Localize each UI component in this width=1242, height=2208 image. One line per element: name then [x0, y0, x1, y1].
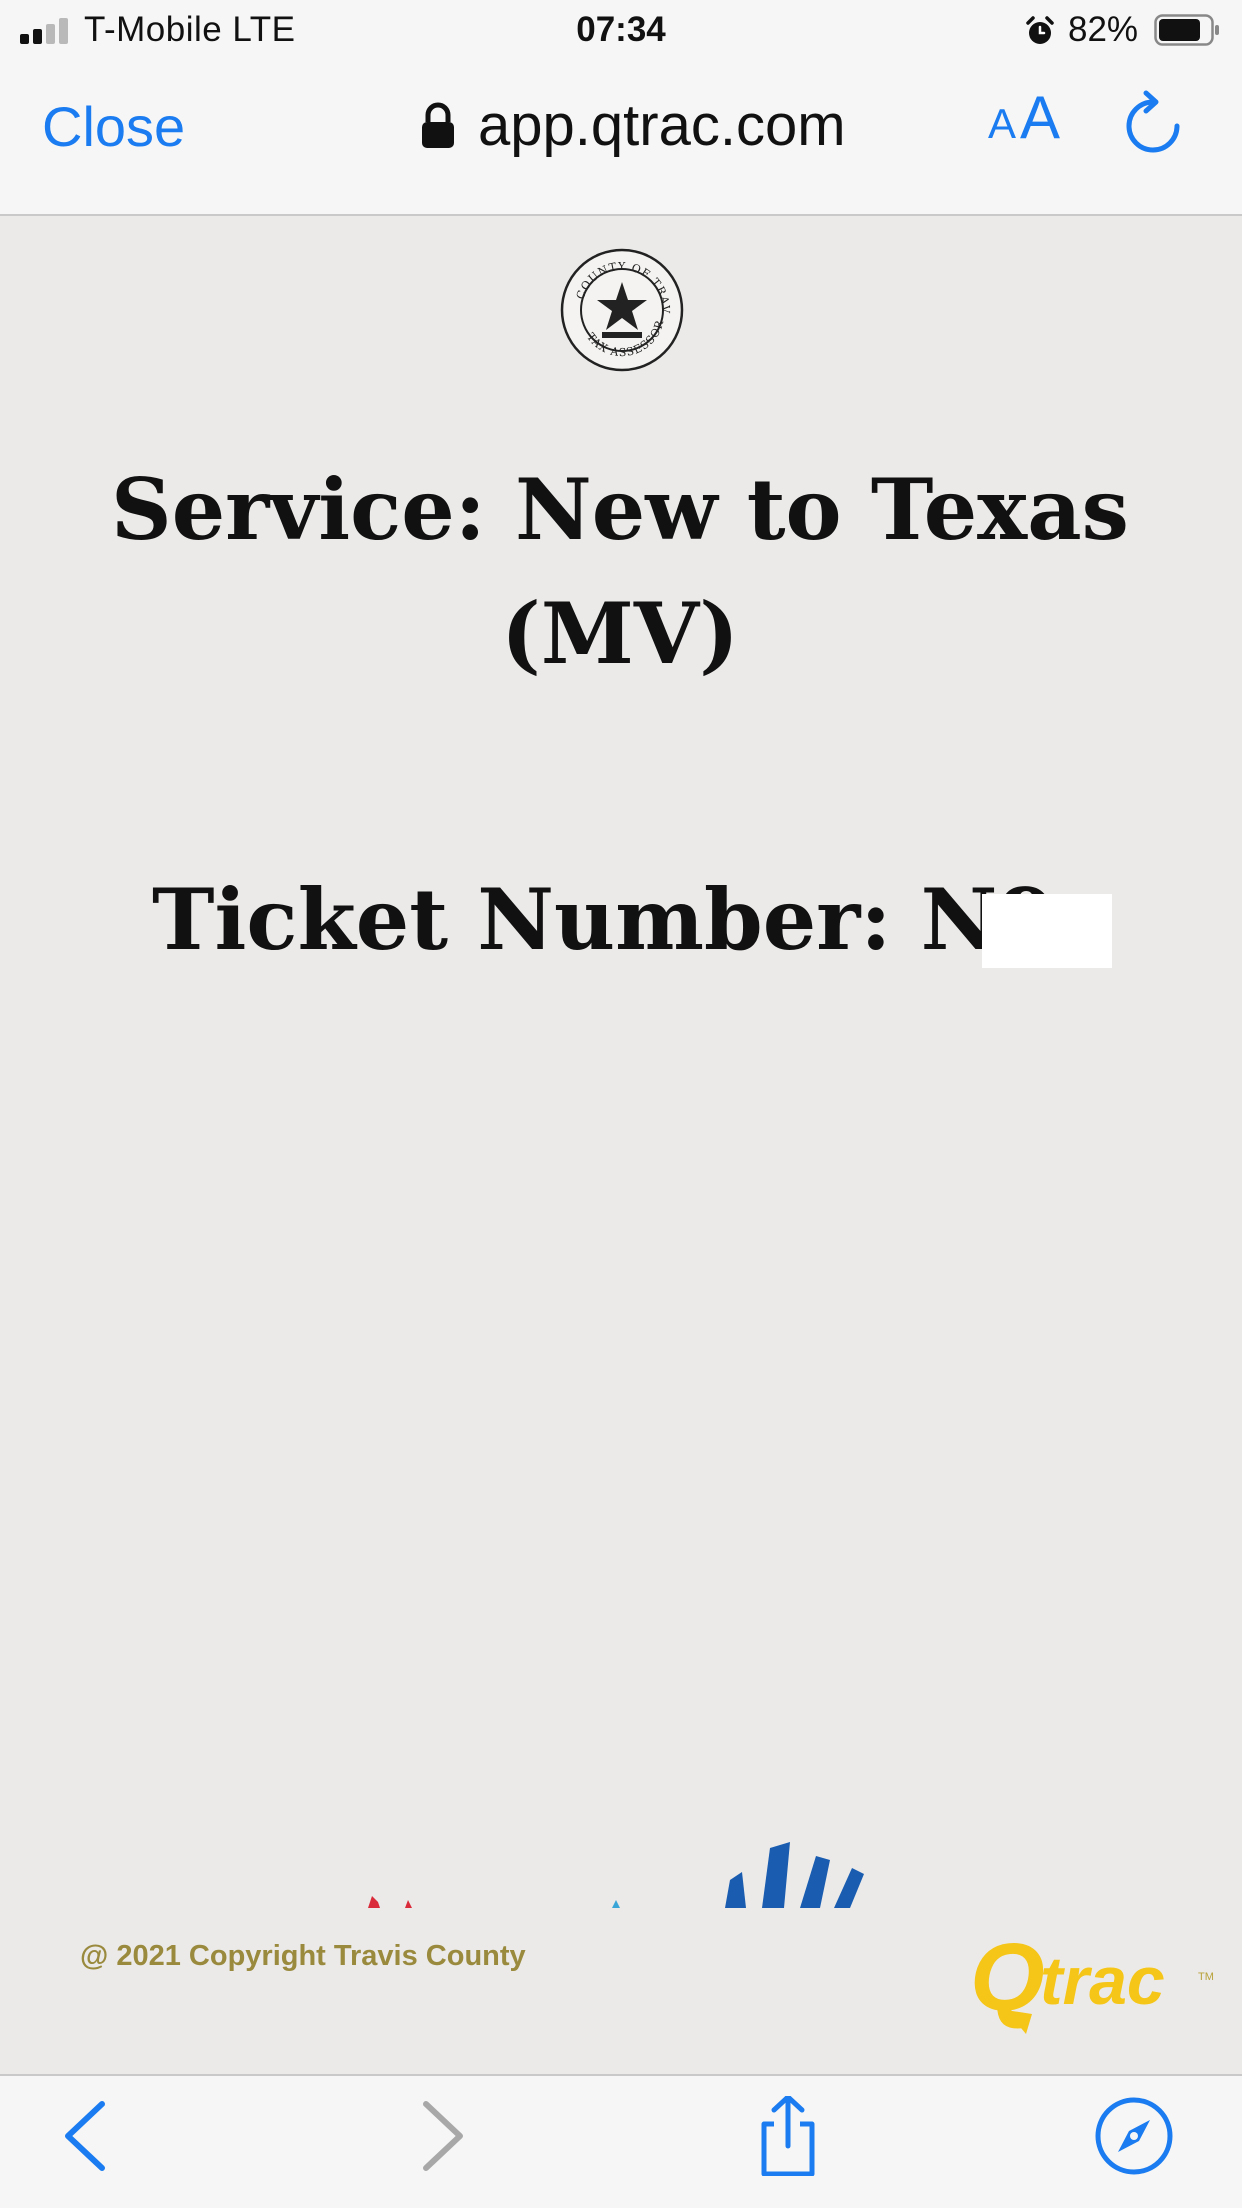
text-size-small-glyph: A [988, 100, 1017, 147]
chevron-right-icon[interactable] [402, 2096, 482, 2176]
reload-icon[interactable] [1120, 90, 1186, 160]
alarm-icon [1026, 16, 1054, 44]
text-size-large-glyph: A [1020, 84, 1061, 151]
qtrac-logo: Q trac TM [970, 1930, 1214, 2034]
browser-nav-bar: Close app.qtrac.com A A [0, 62, 1242, 216]
svg-text:trac: trac [1040, 1943, 1165, 2019]
share-icon[interactable] [746, 2096, 826, 2176]
hand-print-graphic [368, 1842, 864, 1908]
text-size-button[interactable]: A A [988, 84, 1064, 154]
browser-toolbar [0, 2074, 1242, 2208]
chevron-left-icon[interactable] [46, 2096, 126, 2176]
compass-icon[interactable] [1094, 2096, 1174, 2176]
battery-percent: 82% [1068, 10, 1139, 49]
close-button[interactable]: Close [42, 94, 185, 159]
battery-icon [1154, 14, 1219, 46]
redaction-box [982, 894, 1112, 968]
copyright-text: @ 2021 Copyright Travis County [80, 1940, 526, 1972]
service-title: Service: New to Texas (MV) [111, 460, 1129, 683]
travis-county-seal: COUNTY OF TRAVIS TAX ASSESSOR [560, 248, 684, 372]
lock-icon [422, 102, 454, 148]
url-field[interactable]: app.qtrac.com [478, 92, 846, 159]
ticket-number: Ticket Number: N9 [152, 870, 1056, 969]
status-bar: T-Mobile LTE 07:34 82% [0, 0, 1242, 62]
svg-text:Q: Q [970, 1930, 1045, 2031]
svg-text:TM: TM [1198, 1971, 1214, 1983]
